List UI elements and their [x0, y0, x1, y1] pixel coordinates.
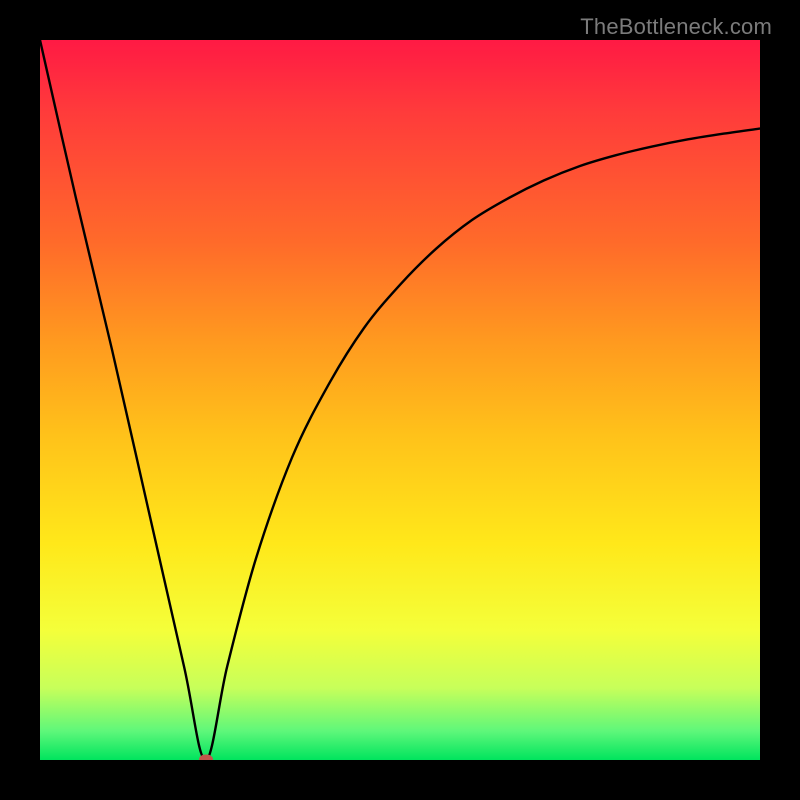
- curve-layer: [40, 40, 760, 760]
- minimum-marker: [199, 755, 213, 761]
- bottleneck-curve: [40, 40, 760, 760]
- chart-frame: TheBottleneck.com: [0, 0, 800, 800]
- watermark-text: TheBottleneck.com: [580, 14, 772, 40]
- plot-area: [40, 40, 760, 760]
